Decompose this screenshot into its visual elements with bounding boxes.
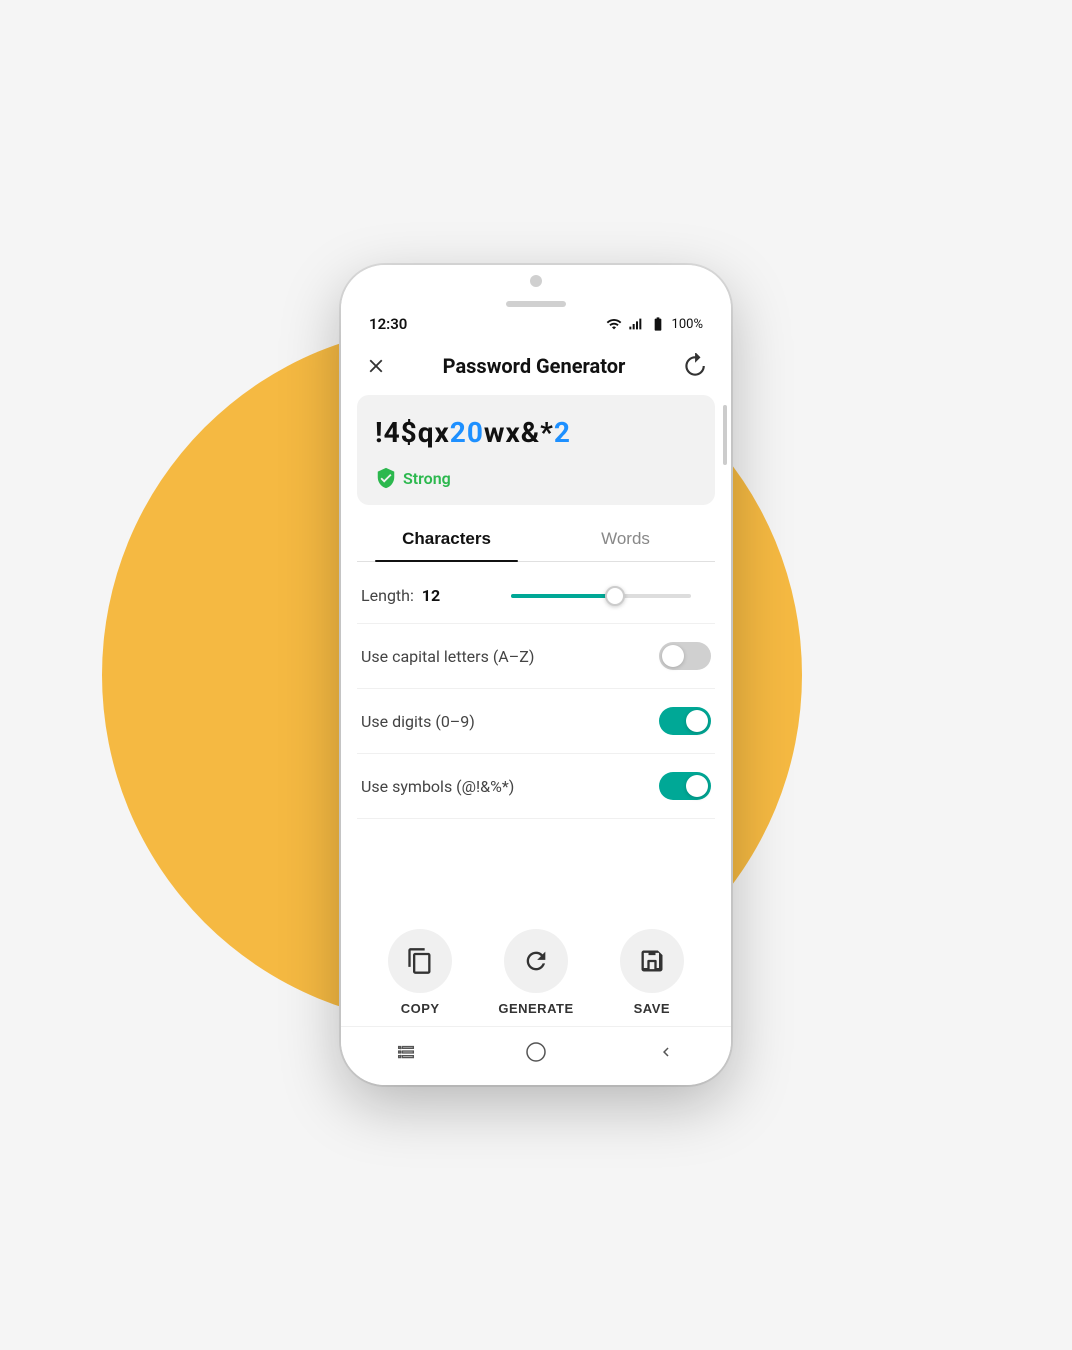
password-text: !4$qx20wx&*2 [375, 415, 697, 451]
status-time: 12:30 [369, 315, 407, 333]
battery-percent: 100% [672, 317, 703, 332]
phone-screen: 12:30 100% [341, 265, 731, 1085]
app-title: Password Generator [443, 354, 626, 378]
pw-part-1: !4$qx [375, 416, 450, 449]
slider-track[interactable] [511, 594, 691, 598]
nav-back-button[interactable] [646, 1037, 686, 1067]
generate-icon [522, 947, 550, 975]
tabs-container: Characters Words [357, 517, 715, 562]
pw-part-3: wx&* [484, 416, 554, 449]
nav-bar [341, 1026, 731, 1085]
nav-home-button[interactable] [516, 1037, 556, 1067]
save-label: SAVE [634, 1001, 670, 1016]
bottom-spacer [341, 864, 731, 909]
copy-icon [406, 947, 434, 975]
pw-part-4: 2 [554, 416, 571, 449]
capital-letters-row: Use capital letters (A–Z) [357, 624, 715, 689]
save-icon [638, 947, 666, 975]
digits-label: Use digits (0–9) [361, 712, 475, 731]
length-label: Length: 12 [361, 586, 440, 605]
phone-camera-area [341, 265, 731, 307]
nav-home-icon [524, 1040, 548, 1064]
slider-fill [511, 594, 615, 598]
front-camera [530, 275, 542, 287]
strength-icon [375, 467, 397, 489]
generate-label: GENERATE [498, 1001, 573, 1016]
copy-button[interactable]: COPY [388, 929, 452, 1016]
toggle-knob [686, 775, 708, 797]
phone-frame: 12:30 100% [341, 265, 731, 1085]
nav-back-icon [657, 1043, 675, 1061]
toggle-knob [686, 710, 708, 732]
nav-menu-button[interactable] [386, 1037, 426, 1067]
length-slider-container[interactable] [511, 594, 711, 598]
strength-text: Strong [403, 469, 451, 488]
length-setting-row: Length: 12 [357, 568, 715, 624]
symbols-toggle[interactable] [659, 772, 711, 800]
slider-thumb[interactable] [605, 586, 625, 606]
status-icons: 100% [606, 316, 703, 332]
copy-label: COPY [401, 1001, 440, 1016]
generate-button[interactable]: GENERATE [498, 929, 573, 1016]
tab-characters[interactable]: Characters [357, 517, 536, 561]
digits-row: Use digits (0–9) [357, 689, 715, 754]
copy-button-circle [388, 929, 452, 993]
password-display: !4$qx20wx&*2 Strong [357, 395, 715, 505]
app-header: Password Generator [341, 337, 731, 395]
signal-icon [628, 316, 644, 332]
tab-words[interactable]: Words [536, 517, 715, 561]
nav-menu-icon [395, 1041, 417, 1063]
capital-letters-toggle[interactable] [659, 642, 711, 670]
close-button[interactable] [361, 351, 391, 381]
save-button-circle [620, 929, 684, 993]
capital-letters-label: Use capital letters (A–Z) [361, 647, 534, 666]
settings-section: Length: 12 Use capital letters (A–Z) [341, 562, 731, 864]
status-bar: 12:30 100% [341, 307, 731, 337]
pw-part-2: 20 [450, 416, 484, 449]
toggle-knob [662, 645, 684, 667]
wifi-icon [606, 316, 622, 332]
generate-button-circle [504, 929, 568, 993]
action-buttons: COPY GENERATE SAVE [341, 909, 731, 1026]
battery-icon [650, 316, 666, 332]
strength-badge: Strong [375, 467, 697, 489]
symbols-row: Use symbols (@!&%*) [357, 754, 715, 819]
symbols-label: Use symbols (@!&%*) [361, 777, 514, 796]
history-button[interactable] [677, 349, 711, 383]
save-button[interactable]: SAVE [620, 929, 684, 1016]
digits-toggle[interactable] [659, 707, 711, 735]
scroll-indicator [723, 405, 727, 465]
